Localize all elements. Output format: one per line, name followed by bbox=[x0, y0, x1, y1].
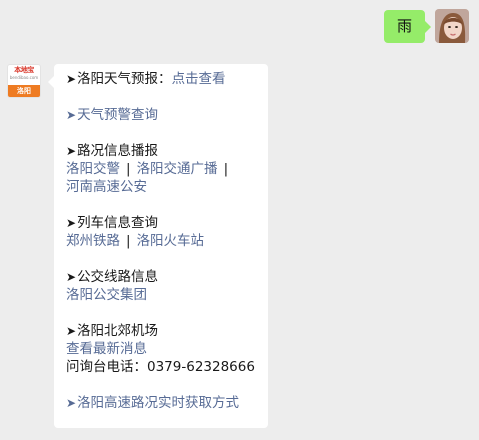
outgoing-bubble[interactable]: 雨 bbox=[383, 10, 432, 43]
airport-heading-row: ➤洛阳北郊机场 bbox=[66, 322, 268, 340]
weather-link[interactable]: 点击查看 bbox=[172, 71, 226, 87]
official-account-brand: 本地宝 bbox=[14, 66, 34, 74]
user-avatar[interactable] bbox=[435, 9, 469, 43]
train-links-row: 郑州铁路 | 洛阳火车站 bbox=[66, 232, 268, 250]
incoming-message: 本地宝 bendibao.com 洛阳 ➤洛阳天气预报：点击查看 ➤天气预警查询… bbox=[7, 64, 268, 428]
bus-link-row: 洛阳公交集团 bbox=[66, 286, 268, 304]
incoming-bubble: ➤洛阳天气预报：点击查看 ➤天气预警查询 ➤路况信息播报 洛阳交警 | 洛阳交通广播… bbox=[48, 64, 268, 428]
traffic-links-row-2: 河南高速公安 bbox=[66, 178, 268, 196]
warning-row: ➤天气预警查询 bbox=[66, 106, 268, 124]
weather-label: 洛阳天气预报： bbox=[77, 71, 172, 87]
bullet-arrow-icon: ➤ bbox=[66, 72, 77, 86]
airport-label: 洛阳北郊机场 bbox=[77, 323, 159, 339]
outgoing-message: 雨 bbox=[383, 9, 469, 43]
luoyang-traffic-police-link[interactable]: 洛阳交警 bbox=[66, 161, 120, 177]
weather-row: ➤洛阳天气预报：点击查看 bbox=[66, 70, 268, 88]
official-account-avatar[interactable]: 本地宝 bendibao.com 洛阳 bbox=[7, 64, 41, 98]
train-heading-row: ➤列车信息查询 bbox=[66, 214, 268, 232]
official-account-site: bendibao.com bbox=[9, 75, 39, 80]
link-separator: | bbox=[223, 161, 229, 177]
luoyang-bus-group-link[interactable]: 洛阳公交集团 bbox=[66, 287, 147, 303]
bullet-arrow-icon: ➤ bbox=[66, 144, 77, 158]
official-account-logo: 本地宝 bendibao.com bbox=[8, 65, 40, 85]
link-separator: | bbox=[126, 161, 131, 177]
airport-news-link[interactable]: 查看最新消息 bbox=[66, 341, 147, 357]
highway-status-link[interactable]: 洛阳高速路况实时获取方式 bbox=[77, 395, 239, 411]
bus-label: 公交线路信息 bbox=[77, 269, 159, 285]
bus-heading-row: ➤公交线路信息 bbox=[66, 268, 268, 286]
luoyang-station-link[interactable]: 洛阳火车站 bbox=[137, 233, 205, 249]
bullet-arrow-icon: ➤ bbox=[66, 216, 77, 230]
zhengzhou-railway-link[interactable]: 郑州铁路 bbox=[66, 233, 120, 249]
traffic-heading-row: ➤路况信息播报 bbox=[66, 142, 268, 160]
henan-highway-police-link[interactable]: 河南高速公安 bbox=[66, 179, 147, 195]
train-label: 列车信息查询 bbox=[77, 215, 159, 231]
airport-link-row: 查看最新消息 bbox=[66, 340, 268, 358]
bullet-arrow-icon: ➤ bbox=[66, 324, 77, 338]
luoyang-traffic-radio-link[interactable]: 洛阳交通广播 bbox=[137, 161, 218, 177]
traffic-label: 路况信息播报 bbox=[77, 143, 159, 159]
bullet-arrow-icon: ➤ bbox=[66, 270, 77, 284]
highway-row: ➤洛阳高速路况实时获取方式 bbox=[66, 394, 268, 412]
official-account-city: 洛阳 bbox=[8, 85, 40, 97]
traffic-links-row: 洛阳交警 | 洛阳交通广播 | bbox=[66, 160, 268, 178]
bullet-arrow-icon: ➤ bbox=[66, 396, 77, 410]
weather-warning-link[interactable]: 天气预警查询 bbox=[77, 107, 158, 123]
airport-phone: 问询台电话：0379-62328666 bbox=[66, 359, 255, 375]
chat-area: 雨 本地宝 bendibao.com 洛阳 ➤洛阳天气预报：点击查看 ➤天气预警… bbox=[0, 0, 479, 440]
link-separator: | bbox=[126, 233, 131, 249]
user-avatar-image bbox=[435, 9, 469, 43]
bullet-arrow-icon: ➤ bbox=[66, 108, 77, 122]
